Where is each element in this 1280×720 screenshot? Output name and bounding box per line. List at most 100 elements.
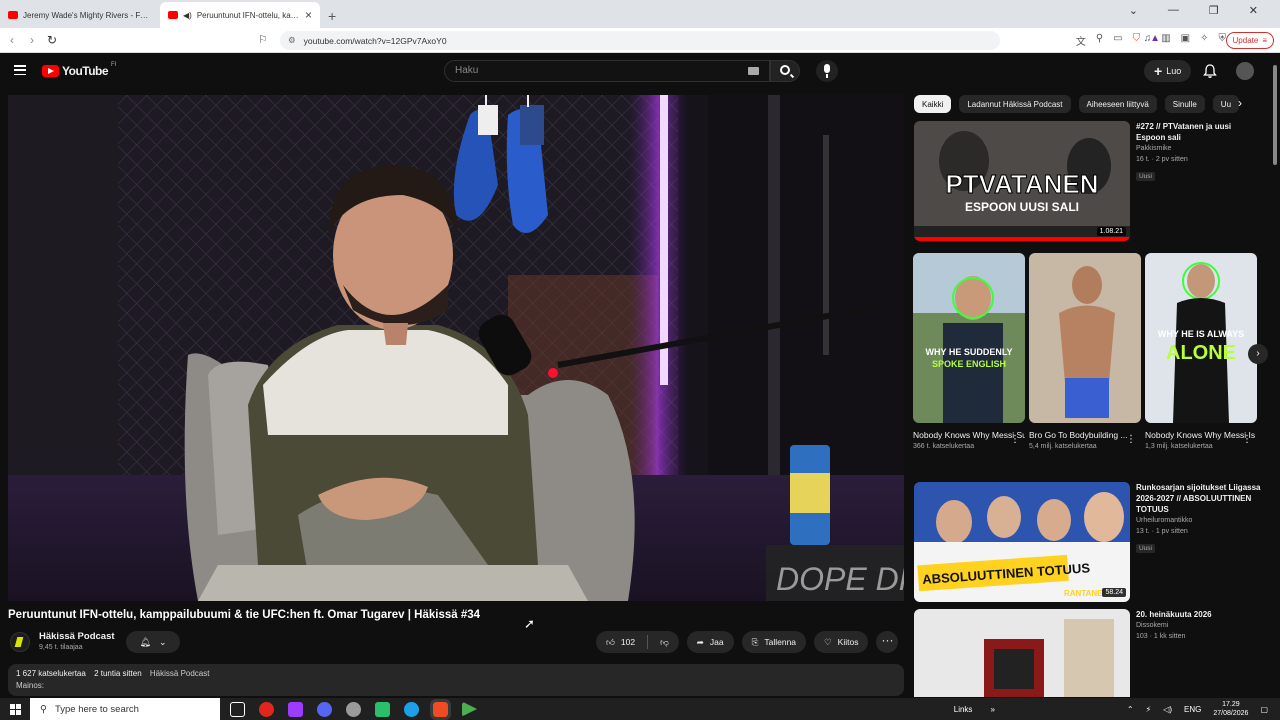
show-hidden-icons[interactable]: ⌃ (1127, 705, 1134, 714)
recommendation-title[interactable]: 20. heinäkuuta 2026 (1136, 609, 1262, 620)
reload-icon[interactable]: ↻ (42, 33, 62, 47)
recommendation-channel[interactable]: Dissokemi (1136, 620, 1262, 631)
scrollbar-thumb[interactable] (1273, 65, 1277, 165)
translate-icon[interactable]: 文 (1076, 33, 1086, 48)
leo-icon[interactable]: ✧ (1200, 33, 1208, 44)
share-button[interactable]: ➦ Jaa (686, 631, 734, 653)
short-thumbnail[interactable]: WHY HE IS ALWAYS ALONE (1145, 253, 1257, 423)
windows-start-icon[interactable] (0, 698, 30, 720)
maximize-button[interactable]: ❐ (1209, 4, 1219, 17)
chip-for-you[interactable]: Sinulle (1164, 95, 1205, 113)
store-icon[interactable] (375, 701, 390, 717)
short-title[interactable]: Bro Go To Bodybuilding ... (1029, 429, 1141, 441)
chip-new[interactable]: Uu (1212, 95, 1240, 113)
shorts-next-icon[interactable]: › (1248, 344, 1268, 364)
close-tab-icon[interactable]: × (305, 8, 312, 22)
chip-all[interactable]: Kaikki (914, 95, 952, 113)
recommendation-channel[interactable]: Urheiluromantikko (1136, 515, 1262, 526)
browser-tab-1[interactable]: Jeremy Wade's Mighty Rivers - Full E (0, 2, 160, 28)
video-thumbnail[interactable]: PTVATANEN ESPOON UUSI SALI 1.08.21 (914, 121, 1130, 241)
like-count[interactable]: 102 (621, 637, 635, 647)
discord-icon[interactable] (317, 701, 332, 717)
chevron-icon[interactable]: » (990, 705, 994, 714)
close-window-button[interactable]: ✕ (1249, 4, 1258, 17)
description-channel-link[interactable]: Häkissä Podcast (150, 669, 210, 678)
short-title[interactable]: Nobody Knows Why Messi Suddenly ... (913, 429, 1025, 441)
minimize-button[interactable]: — (1168, 4, 1179, 17)
music-icon[interactable]: ♫ (1144, 33, 1152, 44)
volume-icon[interactable]: ◁) (1163, 705, 1172, 714)
short-thumbnail[interactable]: WHY HE SUDDENLY SPOKE ENGLISH (913, 253, 1025, 423)
thanks-button[interactable]: ♡ Kiitos (814, 631, 869, 653)
site-info-icon[interactable]: ⚙ (288, 35, 296, 46)
short-item[interactable]: WHY HE SUDDENLY SPOKE ENGLISH Nobody Kno… (913, 253, 1025, 450)
short-thumbnail[interactable] (1029, 253, 1141, 423)
create-button[interactable]: + Luo (1144, 60, 1192, 82)
chevron-right-icon[interactable]: › (1238, 96, 1242, 110)
more-vertical-icon[interactable]: ⋮ (1126, 434, 1136, 445)
video-thumbnail[interactable]: ABSOLUUTTINEN TOTUUS RANTANEN 58.24 (914, 482, 1130, 602)
media-player-icon[interactable] (462, 701, 477, 717)
links-toolbar[interactable]: Links (954, 705, 973, 714)
short-item[interactable]: WHY HE IS ALWAYS ALONE Nobody Knows Why … (1145, 253, 1257, 450)
chip-related[interactable]: Aiheeseen liittyvä (1078, 95, 1157, 113)
bookmark-icon[interactable]: ⚐ (258, 33, 268, 46)
sidebar-icon[interactable]: ▥ (1161, 33, 1170, 44)
account-avatar[interactable] (1236, 62, 1254, 80)
new-tab-button[interactable]: + (320, 8, 344, 28)
vpn-icon[interactable]: ⛨ (1219, 33, 1227, 44)
address-bar[interactable]: ⚙ youtube.com/watch?v=12GPv7AxoY0 (280, 31, 1000, 50)
network-icon[interactable]: ⚡ (1146, 705, 1152, 714)
notifications-icon[interactable]: ▢ (1260, 705, 1268, 714)
keyboard-icon[interactable] (748, 67, 759, 75)
more-vertical-icon[interactable]: ⋮ (1010, 434, 1020, 445)
steam-icon[interactable] (346, 701, 361, 717)
cast-icon[interactable]: ▭ (1113, 33, 1122, 48)
recommendation-item[interactable]: PTVATANEN ESPOON UUSI SALI 1.08.21 #272 … (914, 121, 1262, 241)
extension-icons: ♫ ▥ ▣ ✧ ⛨ (1144, 33, 1226, 44)
search-button[interactable] (770, 60, 800, 82)
update-button[interactable]: Update ≡ (1225, 32, 1274, 49)
language-indicator[interactable]: ENG (1184, 705, 1201, 714)
browser-tab-2[interactable]: ◀) Peruuntunut IFN-ottelu, kamp × (160, 2, 320, 28)
chip-channel[interactable]: Ladannut Häkissä Podcast (959, 95, 1071, 113)
page-scrollbar[interactable] (1270, 53, 1280, 697)
forward-icon[interactable]: › (22, 33, 42, 47)
more-actions-icon[interactable]: ··· (876, 631, 899, 653)
opera-icon[interactable] (259, 701, 274, 717)
short-title[interactable]: Nobody Knows Why Messi Is Always ... (1145, 429, 1257, 441)
app-icon[interactable] (288, 701, 303, 717)
tab-title: Jeremy Wade's Mighty Rivers - Full E (23, 10, 152, 20)
guide-menu-icon[interactable] (14, 65, 26, 75)
channel-avatar[interactable] (10, 632, 30, 652)
voice-search-button[interactable] (816, 60, 838, 82)
back-icon[interactable]: ‹ (2, 33, 22, 47)
recommendation-title[interactable]: Runkosarjan sijoitukset Liigassa 2026-20… (1136, 482, 1262, 515)
recommendation-title[interactable]: #272 // PTVatanen ja uusi Espoon sali (1136, 121, 1262, 143)
channel-name[interactable]: Häkissä Podcast (39, 631, 115, 642)
youtube-logo[interactable]: YouTube FI (42, 62, 116, 78)
video-player[interactable]: DOPE DRIN (8, 95, 904, 601)
taskbar-search-input[interactable]: ⚲ Type here to search (30, 698, 220, 720)
subscribed-button[interactable]: 🔔︎ ⌄ (126, 631, 180, 653)
short-item[interactable]: Bro Go To Bodybuilding ... 5,4 milj. kat… (1029, 253, 1141, 450)
zoom-icon[interactable]: ⚲ (1096, 33, 1103, 48)
wallet-icon[interactable]: ▣ (1181, 33, 1190, 44)
notifications-bell-icon[interactable] (1202, 63, 1218, 79)
like-icon[interactable]: 👍︎ (606, 637, 615, 648)
task-view-icon[interactable] (230, 701, 245, 717)
recommendation-item[interactable]: 20. heinäkuuta 2026 Dissokemi 103 · 1 kk… (914, 609, 1262, 697)
search-input[interactable]: Haku (444, 60, 770, 82)
brave-shield-icon[interactable]: ⛉ (1133, 33, 1141, 48)
save-button[interactable]: ⎘ Tallenna (741, 631, 807, 653)
recommendation-channel[interactable]: Pakkismike (1136, 143, 1262, 154)
dislike-icon[interactable]: 👎︎ (660, 637, 669, 648)
more-vertical-icon[interactable]: ⋮ (1242, 434, 1252, 445)
tab-search-icon[interactable]: ⌄ (1129, 4, 1138, 17)
edge-icon[interactable] (404, 701, 419, 717)
video-thumbnail[interactable] (914, 609, 1130, 697)
recommendation-item[interactable]: ABSOLUUTTINEN TOTUUS RANTANEN 58.24 Runk… (914, 482, 1262, 602)
description-box[interactable]: 1 627 katselukertaa 2 tuntia sitten Häki… (8, 664, 904, 696)
brave-icon[interactable] (430, 698, 451, 720)
clock[interactable]: 17.29 27/08/2026 (1213, 700, 1248, 718)
